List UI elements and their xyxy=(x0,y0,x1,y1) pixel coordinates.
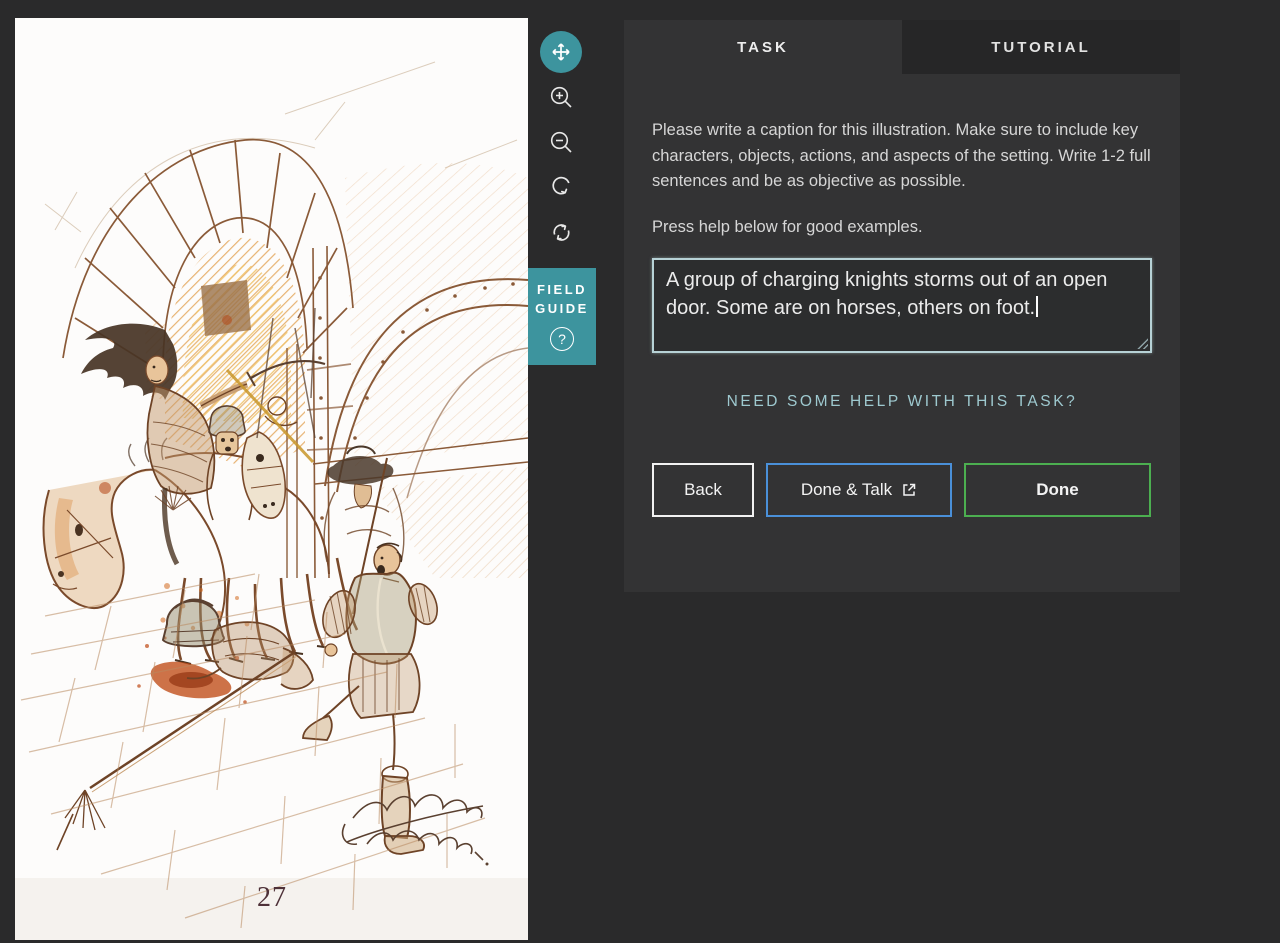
page-number: 27 xyxy=(257,882,287,913)
task-instructions-hint: Press help below for good examples. xyxy=(652,218,923,237)
done-and-talk-label: Done & Talk xyxy=(800,479,893,499)
rotate-button[interactable] xyxy=(548,172,575,199)
panel-body: Please write a caption for this illustra… xyxy=(624,74,1180,517)
tab-tutorial[interactable]: TUTORIAL xyxy=(902,20,1180,74)
help-circle-icon: ? xyxy=(550,327,574,352)
help-link[interactable]: NEED SOME HELP WITH THIS TASK? xyxy=(652,393,1152,411)
back-button[interactable]: Back xyxy=(652,462,754,517)
panel-tabs: TASK TUTORIAL xyxy=(624,20,1180,74)
pan-tool-button[interactable] xyxy=(540,31,582,73)
field-guide-label-line1: FIELD xyxy=(536,281,588,297)
task-instructions: Please write a caption for this illustra… xyxy=(652,121,1151,191)
annotation-app: 27 FIELD GUIDE ? TASK TUTORIAL Please wr… xyxy=(0,0,1280,943)
illustration-viewport[interactable]: 27 xyxy=(15,18,528,940)
done-button[interactable]: Done xyxy=(964,462,1151,517)
rotate-sync-icon xyxy=(549,220,574,245)
field-guide-button[interactable]: FIELD GUIDE ? xyxy=(528,268,596,365)
illustration-image: 27 xyxy=(15,18,528,940)
zoom-in-icon xyxy=(548,84,575,111)
rotate-cw-icon xyxy=(549,173,574,198)
zoom-out-button[interactable] xyxy=(548,129,575,156)
task-panel: TASK TUTORIAL Please write a caption for… xyxy=(624,20,1180,592)
zoom-out-icon xyxy=(548,129,575,156)
rotate-sync-button[interactable] xyxy=(548,219,575,246)
caption-input[interactable]: A group of charging knights storms out o… xyxy=(652,257,1152,353)
external-link-icon xyxy=(901,482,917,498)
tab-task[interactable]: TASK xyxy=(624,20,902,74)
move-icon xyxy=(549,40,573,64)
zoom-in-button[interactable] xyxy=(548,84,575,111)
button-row: Back Done & Talk Done xyxy=(652,462,1152,517)
done-and-talk-button[interactable]: Done & Talk xyxy=(766,462,952,517)
field-guide-label-line2: GUIDE xyxy=(535,301,589,316)
